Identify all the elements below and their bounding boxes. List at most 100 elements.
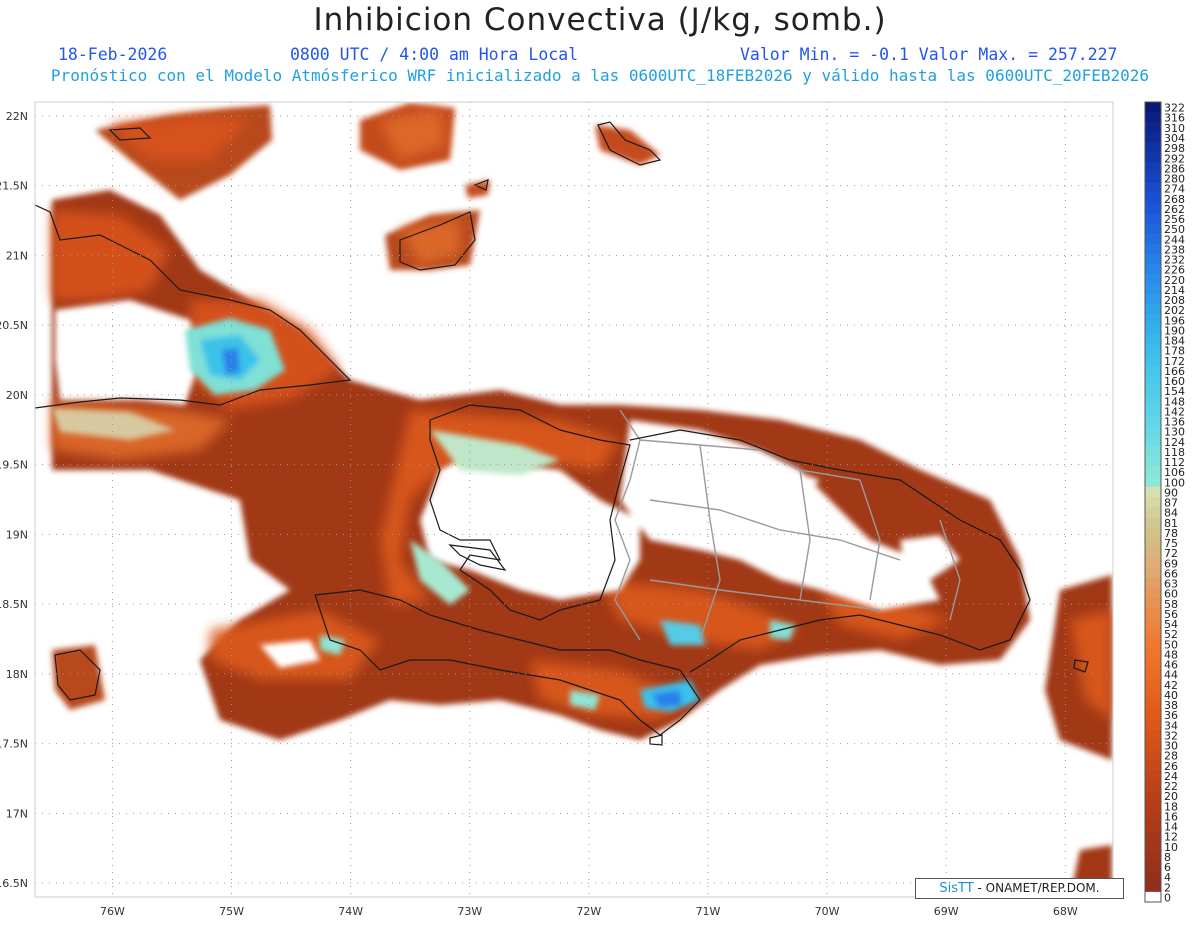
- legend-label: 0: [1164, 891, 1171, 904]
- legend-swatch: [1145, 871, 1161, 883]
- lat-label: 18N: [6, 668, 28, 681]
- legend-swatch: [1145, 658, 1161, 670]
- legend-swatch: [1145, 446, 1161, 457]
- legend-swatch: [1145, 284, 1161, 295]
- legend-swatch: [1145, 567, 1161, 579]
- longitude-labels: 76W 75W 74W 73W 72W 71W 70W 69W 68W: [100, 905, 1078, 918]
- legend-swatch: [1145, 152, 1161, 164]
- lon-label: 68W: [1053, 905, 1078, 918]
- lon-label: 71W: [696, 905, 721, 918]
- legend-swatch: [1145, 699, 1161, 710]
- credit-text: - ONAMET/REP.DOM.: [973, 881, 1100, 895]
- legend-swatch: [1145, 648, 1161, 660]
- legend-swatch: [1145, 162, 1161, 174]
- legend-swatch: [1145, 345, 1161, 356]
- lon-label: 74W: [338, 905, 363, 918]
- legend-swatch: [1145, 334, 1161, 346]
- legend-swatch: [1145, 780, 1161, 791]
- legend-swatch: [1145, 415, 1161, 427]
- lon-label: 69W: [934, 905, 959, 918]
- legend-swatch: [1145, 203, 1161, 214]
- colorbar-legend: 3223163103042982922862802742682622562502…: [1144, 101, 1185, 904]
- legend-swatch: [1145, 851, 1161, 862]
- legend-swatch: [1145, 243, 1161, 255]
- legend-swatch: [1145, 638, 1161, 650]
- sistt-logo: SisTT: [939, 881, 974, 896]
- legend-swatch: [1145, 719, 1161, 731]
- legend-swatch: [1145, 689, 1161, 700]
- legend-swatch: [1145, 314, 1161, 326]
- legend-swatch: [1145, 183, 1161, 194]
- legend-swatch: [1145, 112, 1161, 123]
- legend-swatch: [1145, 476, 1161, 488]
- lat-label: 22N: [6, 110, 28, 123]
- legend-swatch: [1145, 142, 1161, 153]
- legend-swatch: [1145, 456, 1161, 467]
- lon-label: 73W: [457, 905, 482, 918]
- legend-swatch: [1145, 132, 1161, 143]
- legend-swatch: [1145, 223, 1161, 234]
- legend-swatch: [1145, 294, 1161, 305]
- legend-swatch: [1145, 486, 1161, 498]
- legend-swatch: [1145, 405, 1161, 417]
- legend-swatch: [1145, 193, 1161, 204]
- legend-swatch: [1145, 760, 1161, 771]
- legend-swatch: [1145, 426, 1161, 437]
- legend-swatch: [1145, 577, 1161, 589]
- legend-swatch: [1145, 122, 1161, 133]
- lat-label: 19.5N: [0, 459, 28, 472]
- lat-label: 17.5N: [0, 738, 28, 751]
- legend-swatch: [1145, 385, 1161, 396]
- legend-swatch: [1145, 770, 1161, 781]
- legend-swatch: [1145, 517, 1161, 528]
- lat-label: 21.5N: [0, 180, 28, 193]
- legend-swatch: [1145, 253, 1161, 265]
- legend-swatch: [1145, 496, 1161, 508]
- legend-swatch: [1145, 618, 1161, 629]
- legend-swatch: [1145, 547, 1161, 558]
- legend-swatch: [1145, 831, 1161, 842]
- legend-swatch: [1145, 324, 1161, 336]
- legend-swatch: [1145, 669, 1161, 680]
- lat-label: 19N: [6, 528, 28, 541]
- legend-swatch: [1145, 213, 1161, 224]
- lat-label: 16.5N: [0, 877, 28, 890]
- latitude-labels: 22N 21.5N 21N 20.5N 20N 19.5N 19N 18.5N 18N 17.5N…: [0, 110, 28, 890]
- lat-label: 20.5N: [0, 319, 28, 332]
- legend-swatch: [1145, 861, 1161, 872]
- legend-swatch: [1145, 274, 1161, 285]
- legend-swatch: [1145, 679, 1161, 690]
- lon-label: 75W: [219, 905, 244, 918]
- legend-swatch: [1145, 729, 1161, 741]
- legend-swatch: [1145, 800, 1161, 812]
- legend-swatch: [1145, 790, 1161, 802]
- legend-swatch: [1145, 233, 1161, 245]
- lat-label: 21N: [6, 249, 28, 262]
- legend-swatch: [1145, 355, 1161, 366]
- legend-swatch: [1145, 172, 1161, 184]
- lon-label: 76W: [100, 905, 125, 918]
- legend-swatch: [1145, 739, 1161, 751]
- legend-swatch: [1145, 102, 1161, 113]
- legend-swatch: [1145, 304, 1161, 315]
- legend-swatch: [1145, 820, 1161, 832]
- legend-swatch: [1145, 750, 1161, 761]
- legend-swatch: [1145, 537, 1161, 548]
- lon-label: 70W: [815, 905, 840, 918]
- legend-swatch: [1145, 709, 1161, 721]
- legend-swatch: [1145, 810, 1161, 822]
- legend-swatch: [1145, 466, 1161, 477]
- legend-swatch: [1145, 598, 1161, 609]
- legend-swatch: [1145, 436, 1161, 447]
- lat-label: 18.5N: [0, 598, 28, 611]
- legend-swatch: [1145, 841, 1161, 852]
- legend-swatch: [1145, 264, 1161, 275]
- lon-label: 72W: [576, 905, 601, 918]
- lat-label: 20N: [6, 389, 28, 402]
- legend-swatch: [1145, 628, 1161, 640]
- legend-swatch: [1145, 881, 1161, 893]
- legend-swatch: [1145, 588, 1161, 599]
- map-canvas: 22N 21.5N 21N 20.5N 20N 19.5N 19N 18.5N 18N 17.5N…: [0, 101, 1185, 918]
- legend-swatch: [1145, 557, 1161, 569]
- legend-swatch: [1145, 365, 1161, 376]
